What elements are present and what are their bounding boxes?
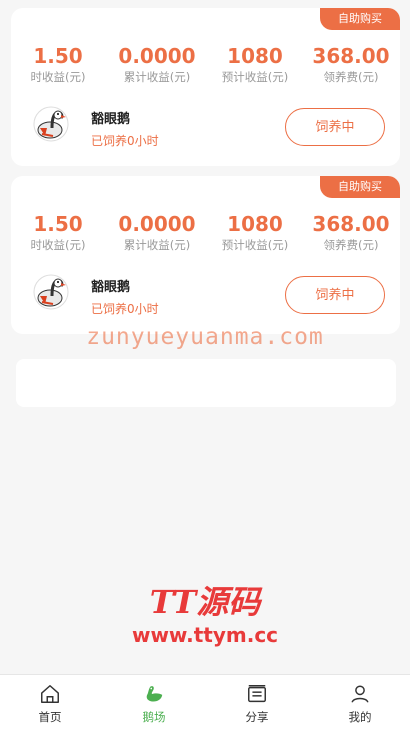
empty-card [16, 359, 396, 407]
tab-home[interactable]: 首页 [10, 683, 90, 725]
pet-status: 已饲养0小时 [91, 134, 159, 148]
tab-goose-farm[interactable]: 鹅场 [114, 683, 194, 725]
home-icon [41, 685, 59, 703]
watermark-text: zunyueyuanma.com [86, 324, 324, 350]
stat-value: 0.0000 [118, 44, 196, 68]
self-purchase-badge[interactable]: 自助购买 [320, 176, 400, 198]
user-icon [351, 685, 369, 703]
stat-value: 1080 [227, 44, 283, 68]
tab-label: 分享 [245, 710, 269, 724]
stat-hourly-income: 1.50 时收益(元) [11, 44, 106, 85]
feeding-button[interactable]: 饲养中 [285, 108, 385, 146]
stats-row: 1.50 时收益(元) 0.0000 累计收益(元) 1080 预计收益(元) … [11, 44, 400, 94]
tab-label: 我的 [348, 710, 372, 724]
stat-value: 0.0000 [118, 212, 196, 236]
pet-name: 豁眼鹅 [91, 280, 131, 295]
self-purchase-badge[interactable]: 自助购买 [320, 8, 400, 30]
stats-row: 1.50 时收益(元) 0.0000 累计收益(元) 1080 预计收益(元) … [11, 212, 400, 262]
logo-url: www.ttym.cc [131, 623, 279, 647]
tab-label: 鹅场 [142, 710, 166, 724]
stat-adoption-fee: 368.00 领养费(元) [303, 212, 399, 253]
tab-share[interactable]: 分享 [217, 683, 297, 725]
stat-value: 1.50 [33, 212, 83, 236]
stat-total-income: 0.0000 累计收益(元) [109, 212, 205, 253]
share-icon [248, 685, 266, 703]
goose-card: 自助购买 1.50 时收益(元) 0.0000 累计收益(元) 1080 预计收… [11, 176, 400, 334]
feeding-button[interactable]: 饲养中 [285, 276, 385, 314]
goose-icon [146, 686, 163, 702]
stat-total-income: 0.0000 累计收益(元) [109, 44, 205, 85]
goose-avatar-icon [33, 106, 69, 142]
goose-avatar-icon [33, 274, 69, 310]
goose-card: 自助购买 1.50 时收益(元) 0.0000 累计收益(元) 1080 预计收… [11, 8, 400, 166]
stat-hourly-income: 1.50 时收益(元) [11, 212, 106, 253]
stat-label: 累计收益(元) [123, 70, 191, 84]
stat-value: 1.50 [33, 44, 83, 68]
stat-label: 时收益(元) [30, 238, 86, 252]
stat-label: 累计收益(元) [123, 238, 191, 252]
stat-adoption-fee: 368.00 领养费(元) [303, 44, 399, 85]
pet-status: 已饲养0小时 [91, 302, 159, 316]
tab-mine[interactable]: 我的 [320, 683, 400, 725]
stat-label: 时收益(元) [30, 70, 86, 84]
stat-label: 领养费(元) [323, 70, 379, 84]
stat-value: 368.00 [312, 212, 390, 236]
stat-label: 预计收益(元) [221, 70, 289, 84]
stat-label: 领养费(元) [323, 238, 379, 252]
logo-title: TT源码 [149, 583, 261, 621]
stat-label: 预计收益(元) [221, 238, 289, 252]
site-logo: TT源码 www.ttym.cc [0, 584, 410, 648]
stat-value: 368.00 [312, 44, 390, 68]
pet-name: 豁眼鹅 [91, 112, 131, 127]
stat-expected-income: 1080 预计收益(元) [207, 212, 303, 253]
tab-label: 首页 [38, 710, 62, 724]
stat-value: 1080 [227, 212, 283, 236]
bottom-tabbar: 首页 鹅场 分享 我的 [0, 674, 410, 733]
stat-expected-income: 1080 预计收益(元) [207, 44, 303, 85]
